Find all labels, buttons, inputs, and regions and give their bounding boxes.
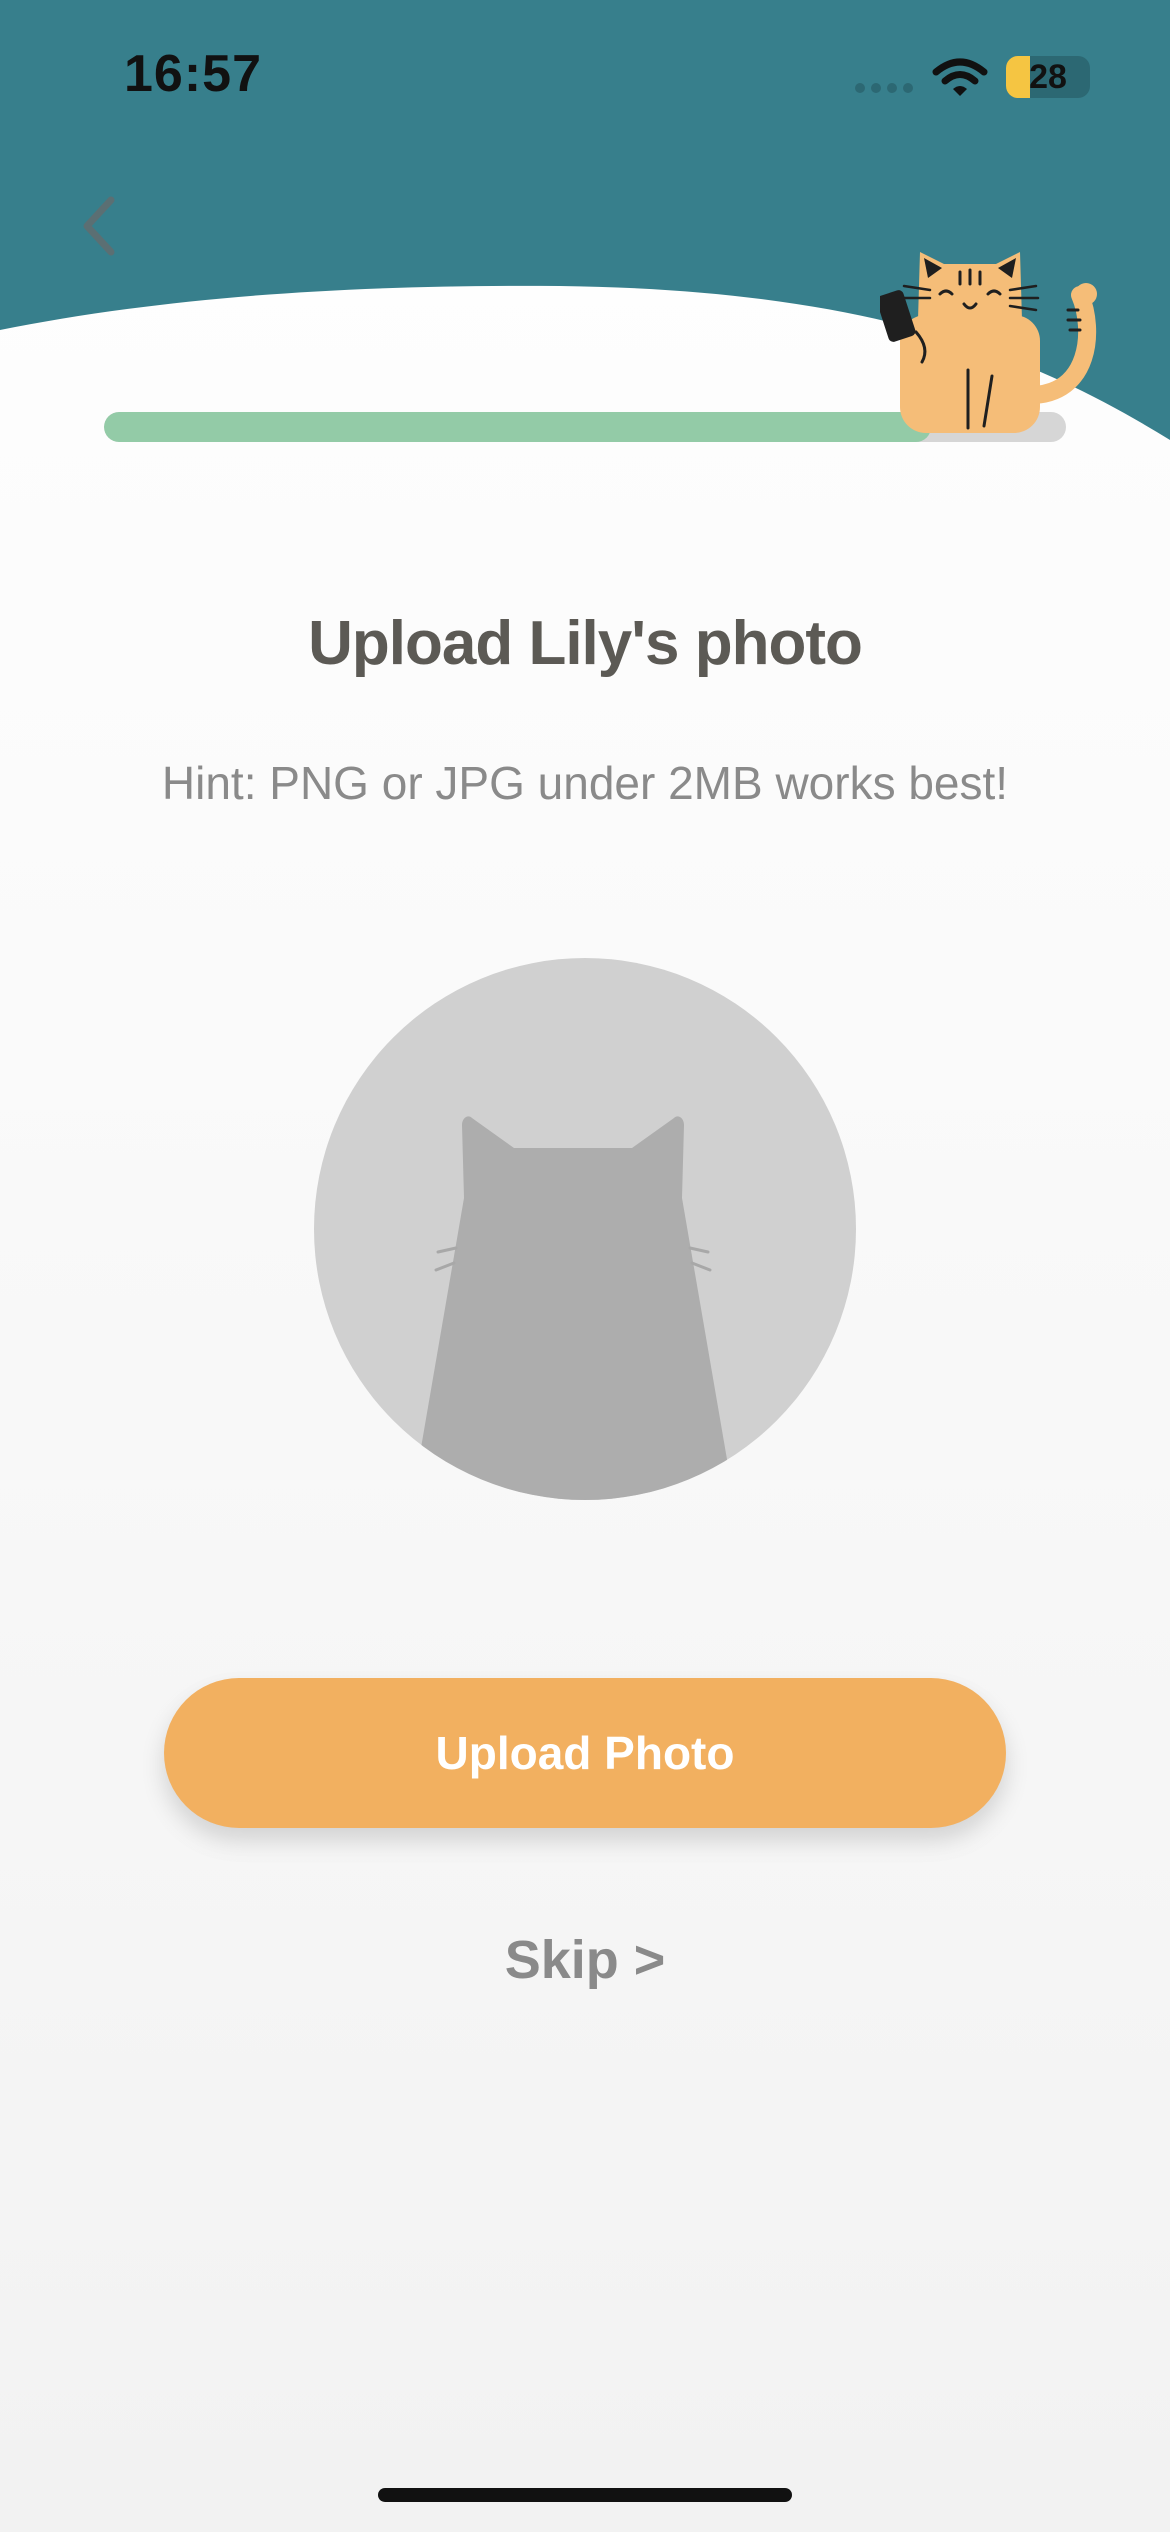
progress-bar-fill	[104, 412, 932, 442]
wifi-icon	[932, 58, 988, 96]
cellular-signal-icon	[855, 83, 913, 93]
battery-icon: 28	[1006, 56, 1090, 98]
chevron-left-icon	[83, 196, 115, 256]
back-button[interactable]	[64, 184, 134, 268]
page-title: Upload Lily's photo	[308, 608, 863, 678]
home-indicator[interactable]	[378, 2488, 792, 2502]
battery-level-text: 28	[1029, 58, 1067, 96]
cat-silhouette-icon	[412, 1116, 734, 1500]
upload-photo-button[interactable]: Upload Photo	[164, 1678, 1006, 1828]
status-time: 16:57	[124, 45, 262, 103]
photo-placeholder[interactable]	[314, 958, 856, 1500]
skip-link[interactable]: Skip >	[385, 1920, 785, 2000]
cat-mascot-illustration	[880, 252, 1097, 433]
upload-hint: Hint: PNG or JPG under 2MB works best!	[161, 757, 1009, 809]
